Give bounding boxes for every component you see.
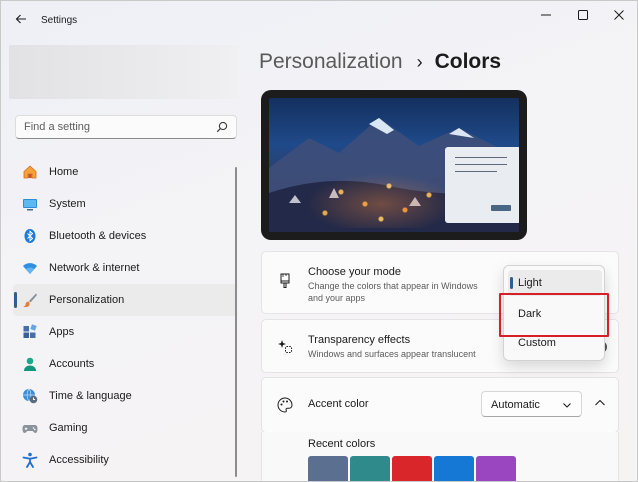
paint-brush-icon xyxy=(276,272,294,290)
color-swatch[interactable] xyxy=(392,456,432,481)
apps-icon xyxy=(21,323,39,341)
active-indicator xyxy=(14,292,17,308)
theme-preview xyxy=(261,90,527,240)
sidebar-item-label: Personalization xyxy=(49,294,125,306)
collapse-button[interactable] xyxy=(590,393,610,413)
close-button[interactable] xyxy=(601,5,637,25)
recent-colors-label: Recent colors xyxy=(308,438,376,450)
back-button[interactable] xyxy=(9,7,33,31)
preview-line xyxy=(455,164,507,165)
sidebar-item-label: Apps xyxy=(49,326,75,338)
globe-clock-icon xyxy=(21,387,39,405)
sidebar-item-time-language[interactable]: Time & language xyxy=(13,380,237,412)
color-swatch[interactable] xyxy=(308,456,348,481)
color-swatch[interactable] xyxy=(350,456,390,481)
sidebar-item-label: Accounts xyxy=(49,358,95,370)
accent-color-card: Accent color Automatic xyxy=(261,377,619,433)
sidebar-item-label: Time & language xyxy=(49,390,132,402)
preview-line xyxy=(455,157,507,158)
accessibility-icon xyxy=(21,451,39,469)
maximize-icon xyxy=(578,10,588,20)
sidebar-item-label: Bluetooth & devices xyxy=(49,230,147,242)
sidebar-item-label: Accessibility xyxy=(49,454,109,466)
sidebar-item-label: Network & internet xyxy=(49,262,140,274)
sidebar-item-label: Home xyxy=(49,166,79,178)
sidebar-item-home[interactable]: Home xyxy=(13,156,237,188)
sidebar-item-accessibility[interactable]: Accessibility xyxy=(13,444,237,476)
title-bar: Settings xyxy=(1,1,637,35)
search-icon[interactable] xyxy=(216,121,228,133)
sidebar-item-network[interactable]: Network & internet xyxy=(13,252,237,284)
minimize-button[interactable] xyxy=(528,5,564,25)
wallpaper-preview xyxy=(269,98,519,232)
page-title: Colors xyxy=(434,50,502,73)
selected-indicator xyxy=(510,277,513,289)
color-swatch[interactable] xyxy=(434,456,474,481)
monitor-icon xyxy=(21,195,39,213)
search-box[interactable] xyxy=(15,115,237,139)
sidebar-item-label: Gaming xyxy=(49,422,88,434)
choose-mode-description: Change the colors that appear in Windows… xyxy=(308,281,478,303)
choose-mode-title: Choose your mode xyxy=(308,266,401,278)
settings-window: Settings Home System xyxy=(0,0,638,482)
mode-option-label: Custom xyxy=(518,337,556,349)
sidebar-item-gaming[interactable]: Gaming xyxy=(13,412,237,444)
app-title: Settings xyxy=(41,15,78,26)
search-input[interactable] xyxy=(16,116,212,138)
sidebar-item-bluetooth[interactable]: Bluetooth & devices xyxy=(13,220,237,252)
sparkle-icon xyxy=(276,337,294,355)
bluetooth-icon xyxy=(21,227,39,245)
sidebar-item-system[interactable]: System xyxy=(13,188,237,220)
preview-window xyxy=(445,147,519,223)
sidebar-scrollbar[interactable] xyxy=(235,167,237,477)
minimize-icon xyxy=(541,14,551,16)
wifi-icon xyxy=(21,259,39,277)
brush-icon xyxy=(21,291,39,309)
sidebar-item-apps[interactable]: Apps xyxy=(13,316,237,348)
accent-select-value: Automatic xyxy=(491,399,540,411)
accent-color-select[interactable]: Automatic xyxy=(481,391,582,417)
breadcrumb: Personalization › Colors xyxy=(259,47,501,77)
transparency-description: Windows and surfaces appear translucent xyxy=(308,349,476,359)
maximize-button[interactable] xyxy=(565,5,601,25)
gamepad-icon xyxy=(21,419,39,437)
preview-line xyxy=(455,171,497,172)
back-arrow-icon xyxy=(15,14,26,24)
transparency-title: Transparency effects xyxy=(308,334,411,346)
recent-colors-section: Recent colors xyxy=(261,432,619,481)
preview-button xyxy=(491,205,511,211)
breadcrumb-parent[interactable]: Personalization xyxy=(259,50,403,74)
chevron-down-icon xyxy=(563,403,571,408)
sidebar-nav: Home System Bluetooth & devices Network … xyxy=(13,156,237,476)
chevron-up-icon xyxy=(595,399,605,406)
sidebar-item-personalization[interactable]: Personalization xyxy=(13,284,237,316)
person-icon xyxy=(21,355,39,373)
user-profile[interactable] xyxy=(9,45,239,99)
highlight-annotation xyxy=(499,293,609,337)
mode-option-label: Light xyxy=(518,277,542,289)
breadcrumb-separator: › xyxy=(416,51,423,72)
sidebar-item-accounts[interactable]: Accounts xyxy=(13,348,237,380)
close-icon xyxy=(614,10,624,20)
sidebar-item-label: System xyxy=(49,198,86,210)
accent-color-title: Accent color xyxy=(308,398,369,410)
palette-icon xyxy=(276,396,294,414)
home-icon xyxy=(21,163,39,181)
color-swatch[interactable] xyxy=(476,456,516,481)
